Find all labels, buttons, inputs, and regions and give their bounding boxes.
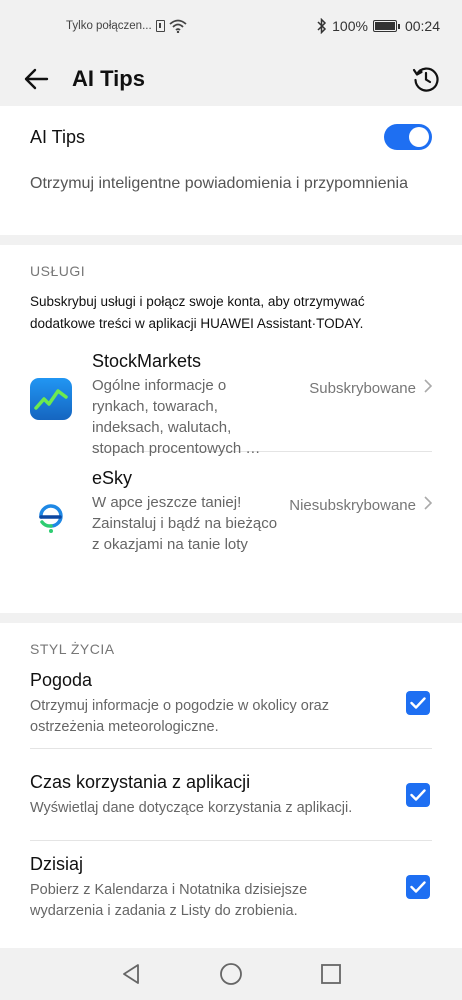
- lifestyle-text: Dzisiaj Pobierz z Kalendarza i Notatnika…: [30, 852, 370, 922]
- clock: 00:24: [404, 18, 440, 34]
- ai-tips-label: AI Tips: [30, 126, 86, 147]
- carrier-label: Tylko połączen...: [66, 20, 152, 32]
- lifestyle-text: Pogoda Otrzymuj informacje o pogodzie w …: [30, 668, 370, 738]
- status-right: 100% 00:24: [317, 18, 440, 34]
- lifestyle-card: STYL ŻYCIA Pogoda Otrzymuj informacje o …: [0, 623, 462, 960]
- bluetooth-icon: [317, 18, 327, 34]
- service-status: Niesubskrybowane: [282, 496, 433, 514]
- service-status-label: Subskrybowane: [309, 379, 416, 397]
- wifi-icon: [169, 19, 187, 33]
- lifestyle-item-weather[interactable]: Pogoda Otrzymuj informacje o pogodzie w …: [30, 657, 432, 749]
- lifestyle-title: Czas korzystania z aplikacji: [30, 772, 251, 792]
- today-checkbox[interactable]: [406, 875, 430, 899]
- lifestyle-title: Pogoda: [30, 669, 93, 690]
- service-item-esky[interactable]: eSky W apce jeszcze taniej! Zainstaluj i…: [30, 452, 433, 568]
- esky-logo-icon: [30, 495, 72, 537]
- page-title: AI Tips: [72, 66, 145, 91]
- ai-tips-card: AI Tips Otrzymuj inteligentne powiadomie…: [0, 106, 462, 235]
- app-usage-checkbox[interactable]: [406, 782, 430, 807]
- app-bar: AI Tips: [0, 52, 462, 106]
- square-recents-icon[interactable]: [317, 960, 345, 988]
- service-name: eSky: [92, 468, 133, 488]
- lifestyle-item-app-usage[interactable]: Czas korzystania z aplikacji Wyświetlaj …: [30, 749, 432, 841]
- lifestyle-description: Pobierz z Kalendarza i Notatnika dzisiej…: [30, 882, 308, 919]
- stock-chart-icon: [30, 378, 72, 420]
- lifestyle-title: Dzisiaj: [30, 854, 84, 874]
- services-header: USŁUGI: [30, 263, 86, 279]
- status-left: Tylko połączen...: [66, 19, 187, 33]
- ai-tips-description: Otrzymuj inteligentne powiadomienia i pr…: [30, 175, 408, 192]
- lifestyle-header: STYL ŻYCIA: [30, 641, 115, 657]
- battery-percent: 100%: [332, 18, 368, 34]
- ai-tips-toggle[interactable]: [384, 124, 432, 150]
- toggle-knob: [409, 127, 429, 147]
- services-description: Subskrybuj usługi i połącz swoje konta, …: [30, 294, 365, 331]
- battery-icon: [372, 20, 400, 32]
- services-card: USŁUGI Subskrybuj usługi i połącz swoje …: [0, 245, 462, 613]
- service-name: StockMarkets: [92, 351, 202, 371]
- lifestyle-description: Otrzymuj informacje o pogodzie w okolicy…: [30, 697, 329, 735]
- chevron-right-icon: [424, 379, 433, 397]
- weather-checkbox[interactable]: [406, 690, 430, 715]
- service-item-stockmarkets[interactable]: StockMarkets Ogólne informacje o rynkach…: [30, 335, 433, 457]
- service-status-label: Niesubskrybowane: [289, 496, 416, 514]
- service-status: Subskrybowane: [282, 379, 433, 397]
- circle-home-icon[interactable]: [217, 960, 245, 988]
- history-icon[interactable]: [410, 63, 442, 95]
- lifestyle-item-today[interactable]: Dzisiaj Pobierz z Kalendarza i Notatnika…: [30, 841, 432, 933]
- service-description: W apce jeszcze taniej! Zainstaluj i bądź…: [92, 494, 278, 553]
- ai-tips-row: AI Tips: [30, 124, 432, 150]
- service-body: eSky W apce jeszcze taniej! Zainstaluj i…: [92, 466, 282, 555]
- triangle-back-icon[interactable]: [117, 960, 145, 988]
- system-nav-bar: [0, 948, 462, 1000]
- lifestyle-description: Wyświetlaj dane dotyczące korzystania z …: [30, 800, 353, 816]
- service-description: Ogólne informacje o rynkach, towarach, i…: [92, 377, 261, 457]
- sim-icon: [155, 20, 165, 32]
- chevron-right-icon: [424, 496, 433, 514]
- status-bar: Tylko połączen... 100% 00:24: [0, 0, 462, 52]
- lifestyle-text: Czas korzystania z aplikacji Wyświetlaj …: [30, 770, 370, 819]
- back-arrow-icon[interactable]: [20, 63, 52, 95]
- service-body: StockMarkets Ogólne informacje o rynkach…: [92, 349, 282, 459]
